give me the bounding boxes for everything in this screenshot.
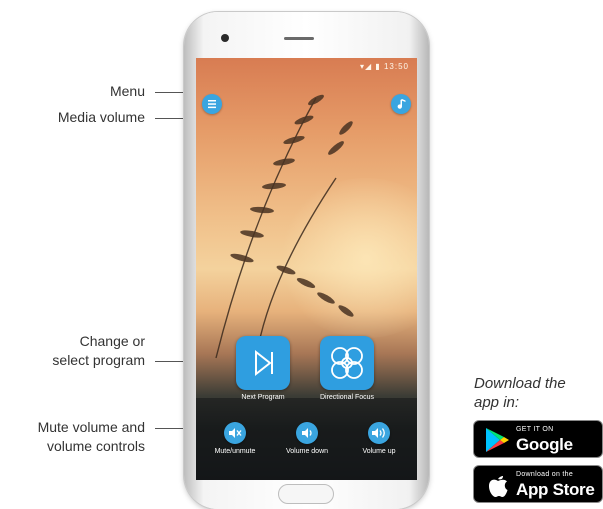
directional-focus-icon <box>331 347 363 379</box>
volume-up-icon <box>372 428 385 438</box>
volume-up-button[interactable] <box>368 422 390 444</box>
download-line-1: Download the <box>474 375 566 392</box>
media-volume-button[interactable] <box>391 94 411 114</box>
menu-icon <box>208 100 216 109</box>
next-program-label: Next Program <box>241 394 285 401</box>
mute-button[interactable] <box>224 422 246 444</box>
volume-up-label: Volume up <box>362 448 396 455</box>
volume-down-icon <box>302 428 312 438</box>
callout-change-program-2: select program <box>52 352 145 368</box>
google-play-icon <box>486 428 509 452</box>
next-program-button[interactable] <box>236 336 290 390</box>
music-note-icon <box>397 99 406 109</box>
callout-media-volume: Media volume <box>57 109 145 125</box>
callout-mute-2: volume controls <box>46 438 145 454</box>
volume-down-button[interactable] <box>296 422 318 444</box>
volume-down-label: Volume down <box>285 448 329 455</box>
callout-change-program-1: Change or <box>79 333 145 349</box>
mute-label: Mute/unmute <box>214 448 256 455</box>
google-play-small-text: GET IT ON <box>516 426 554 433</box>
status-bar: ▾◢ ▮ 13:50 <box>359 62 409 71</box>
app-store-big-text: App Store <box>516 480 595 499</box>
app-store-small-text: Download on the <box>516 471 574 478</box>
speaker-grille <box>284 37 314 40</box>
callout-menu: Menu <box>109 83 145 99</box>
download-line-2: app in: <box>474 394 520 411</box>
directional-focus-label: Directional Focus <box>319 394 375 401</box>
phone-mockup: ▾◢ ▮ 13:50 Next Program Directional Focu… <box>184 12 429 509</box>
callout-mute-1: Mute volume and <box>37 419 145 435</box>
grass-background-image <box>215 94 354 359</box>
camera-icon <box>221 34 229 42</box>
mute-icon <box>229 428 242 438</box>
apple-icon <box>489 476 508 497</box>
directional-focus-button[interactable] <box>320 336 374 390</box>
app-screen: ▾◢ ▮ 13:50 Next Program Directional Focu… <box>196 58 417 480</box>
google-play-badge[interactable]: GET IT ON Google Play <box>473 420 603 474</box>
download-heading: Download the app in: <box>474 374 566 412</box>
home-button[interactable] <box>278 484 334 504</box>
app-store-badge[interactable]: Download on the App Store <box>473 465 603 503</box>
next-program-icon <box>255 349 273 377</box>
menu-button[interactable] <box>202 94 222 114</box>
